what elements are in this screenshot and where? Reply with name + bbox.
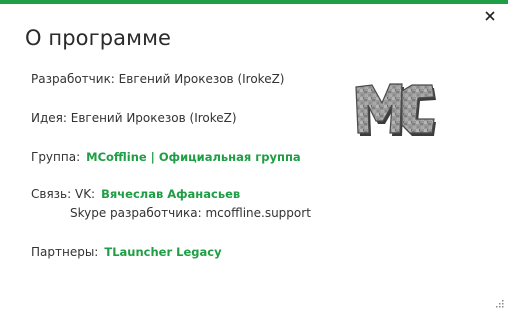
partner-link[interactable]: TLauncher Legacy <box>104 245 221 259</box>
group-label: Группа: <box>31 150 81 164</box>
skype-row: Skype разработчика: mcoffline.support <box>70 206 311 220</box>
vk-link[interactable]: Вячеслав Афанасьев <box>101 187 240 201</box>
dialog-title: О программе <box>25 26 172 50</box>
group-row: Группа: MCoffline | Официальная группа <box>31 149 301 165</box>
contact-label: Связь: VK: <box>31 187 96 201</box>
contact-row: Связь: VK: Вячеслав Афанасьев <box>31 186 240 202</box>
resize-grip-icon[interactable] <box>494 298 504 308</box>
partners-label: Партнеры: <box>31 245 99 259</box>
about-dialog: О программе Разработчик: Евгений Ирокезо… <box>0 0 508 312</box>
developer-row: Разработчик: Евгений Ирокезов (IrokeZ) <box>31 72 285 86</box>
close-button[interactable] <box>482 8 498 24</box>
partners-row: Партнеры: TLauncher Legacy <box>31 244 222 260</box>
mc-logo-icon <box>355 83 436 136</box>
idea-row: Идея: Евгений Ирокезов (IrokeZ) <box>31 111 237 125</box>
logo-letter-m <box>355 83 403 134</box>
accent-bar <box>0 0 508 4</box>
group-link[interactable]: MCoffline | Официальная группа <box>86 150 301 164</box>
close-icon <box>485 11 495 21</box>
